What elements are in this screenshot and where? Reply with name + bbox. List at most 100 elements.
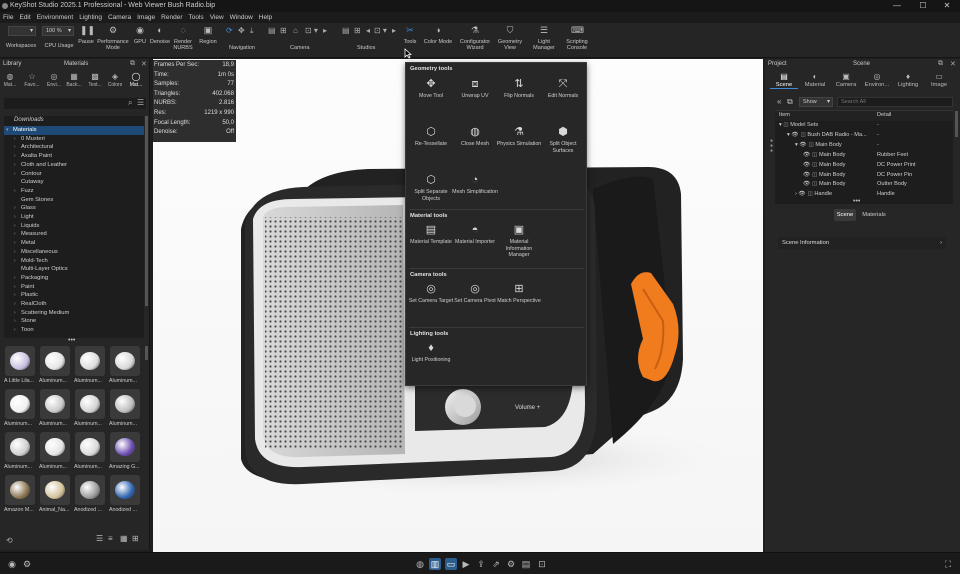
close-panel-icon[interactable]: ✕ [141, 60, 147, 68]
tree-scrollbar[interactable] [145, 116, 148, 306]
tab-scene[interactable]: ▤ Scene [770, 72, 798, 89]
tree-item[interactable]: › Plastic [4, 291, 144, 300]
tree-item[interactable]: › Measured [4, 230, 144, 239]
downloads-label[interactable]: Downloads [14, 117, 44, 123]
camera-lock-icon[interactable]: ⌂ [293, 26, 298, 35]
gear-icon[interactable]: ⚙ [21, 558, 33, 570]
cpu-usage-button[interactable]: CPU Usage [42, 43, 76, 49]
split-separate-objects-tool[interactable]: ⬡ Split Separate Objects [408, 171, 454, 202]
material-importer-tool[interactable]: ◓ Material Importer [452, 221, 498, 246]
menu-lighting[interactable]: Lighting [76, 12, 105, 23]
single-view-icon[interactable]: ▭ [445, 558, 457, 570]
refresh-icon[interactable]: ⟲ [6, 536, 13, 545]
studio-next-icon[interactable]: ▸ [392, 26, 396, 35]
library-toggle-icon[interactable]: ◍ [414, 558, 426, 570]
studio-select-icon[interactable]: ⊡ ▾ [374, 26, 387, 35]
tree-item[interactable]: › Mold-Tech [4, 257, 144, 266]
close-button[interactable]: ✕ [934, 0, 960, 12]
edit-normals-tool[interactable]: ⤧ Edit Normals [540, 75, 586, 100]
tab-backplates[interactable]: ▦ Back... [66, 72, 82, 88]
scene-scrollbar[interactable] [955, 111, 958, 137]
menu-environment[interactable]: Environment [34, 12, 77, 23]
scene-row[interactable]: 👁 ◫ Main Body Outter Body [775, 180, 953, 190]
menu-edit[interactable]: Edit [16, 12, 33, 23]
scripting-console-button[interactable]: ⌨ Scripting Console [561, 25, 593, 51]
grid-view-icon[interactable]: ▦ [120, 534, 128, 543]
zoom-select[interactable]: 100 % [42, 26, 74, 36]
tree-item[interactable]: Multi-Layer Optics [4, 265, 144, 274]
close-mesh-tool[interactable]: ◍ Close Mesh [452, 123, 498, 148]
tree-item[interactable]: › Cloth and Leather [4, 161, 144, 170]
performance-mode-button[interactable]: ⚙ Performance Mode [96, 25, 130, 51]
splitter-handle-icon[interactable]: ••• [68, 337, 75, 344]
render-icon[interactable]: ▤ [520, 558, 532, 570]
tab-favorites[interactable]: ☆ Favo... [24, 72, 40, 88]
material-thumbnail[interactable]: Aluminum... [74, 389, 107, 427]
tab-colors[interactable]: ◈ Colors [107, 72, 123, 88]
menu-camera[interactable]: Camera [105, 12, 134, 23]
material-thumbnail[interactable]: Aluminum... [39, 346, 72, 384]
scene-information-header[interactable]: Scene Information › [778, 237, 946, 249]
camera-view-icon[interactable]: ▤ [268, 26, 276, 35]
camera-capture-icon[interactable]: ◉ [6, 558, 18, 570]
scene-row[interactable]: ▾ 👁 ◫ Bush DAB Radio - Ma... - [775, 131, 953, 141]
material-thumbnail[interactable]: Aluminum... [74, 432, 107, 470]
camera-select-icon[interactable]: ⊡ ▾ [305, 26, 318, 35]
physics-simulation-tool[interactable]: ⚗ Physics Simulation [496, 123, 542, 148]
drag-handle-icon[interactable]: ● ● ● [770, 139, 773, 154]
tab-material[interactable]: ◐ Material [801, 72, 829, 88]
configurator-wizard-button[interactable]: ⚗ Configurator Wizard [456, 25, 494, 51]
move-tool-tool[interactable]: ✥ Move Tool [408, 75, 454, 100]
set-camera-pivot-tool[interactable]: ◎ Set Camera Pivot [452, 280, 498, 305]
tree-item[interactable]: › Liquids [4, 222, 144, 231]
tree-item[interactable]: › Paint [4, 283, 144, 292]
tree-item[interactable]: › Glass [4, 204, 144, 213]
menu-image[interactable]: Image [134, 12, 158, 23]
menu-help[interactable]: Help [256, 12, 275, 23]
animation-icon[interactable]: ▶ [460, 558, 472, 570]
scene-row[interactable]: ▾ ◫ Model Sets - [775, 121, 953, 131]
expand-icon[interactable]: ⧉ [787, 97, 793, 107]
thumbs-scrollbar[interactable] [145, 346, 148, 360]
maximize-button[interactable]: ☐ [910, 0, 936, 12]
material-information-manager-tool[interactable]: ▣ Material Information Manager [496, 221, 542, 259]
float-icon[interactable]: ⧉ [130, 60, 135, 68]
tree-item[interactable]: Cutaway [4, 178, 144, 187]
split-view-icon[interactable]: ▥ [429, 558, 441, 570]
close-panel-icon[interactable]: ✕ [950, 60, 956, 68]
material-thumbnail[interactable]: Aluminum... [109, 346, 142, 384]
tree-item[interactable]: › 0 Musteri [4, 135, 144, 144]
screenshot-icon[interactable]: ⊡ [536, 558, 548, 570]
eye-icon[interactable]: 👁 [803, 152, 810, 158]
move-icon[interactable]: ✥ [238, 26, 245, 35]
unwrap-uv-tool[interactable]: ⧈ Unwrap UV [452, 75, 498, 100]
gpu-button[interactable]: ◉ GPU [133, 25, 147, 45]
export-icon[interactable]: ⇪ [475, 558, 487, 570]
large-grid-icon[interactable]: ⊞ [132, 534, 139, 543]
tab-camera[interactable]: ▣ Camera [832, 72, 860, 88]
material-thumbnail[interactable]: Amazing G... [109, 432, 142, 470]
material-template-tool[interactable]: ▤ Material Template [408, 221, 454, 246]
tree-item[interactable]: › Light [4, 213, 144, 222]
tree-item[interactable]: › Contour [4, 170, 144, 179]
scene-row[interactable]: 👁 ◫ Main Body Rubber Feet [775, 151, 953, 161]
collapse-all-icon[interactable]: « [777, 97, 781, 106]
material-thumbnail[interactable]: Animal_Na... [39, 475, 72, 513]
show-select[interactable]: Show [799, 97, 833, 107]
pause-button[interactable]: ❚❚ Pause [78, 25, 95, 45]
menu-file[interactable]: File [0, 12, 16, 23]
share-icon[interactable]: ⇗ [490, 558, 502, 570]
material-thumbnail[interactable]: A Little Lila... [4, 346, 37, 384]
menu-tools[interactable]: Tools [186, 12, 207, 23]
material-thumbnail[interactable]: Aluminum... [109, 389, 142, 427]
material-thumbnail[interactable]: Amazon M... [4, 475, 37, 513]
tree-item[interactable]: › Architectural [4, 143, 144, 152]
detail-view-icon[interactable]: ≡ [108, 534, 113, 543]
subtab-scene[interactable]: Scene [834, 209, 856, 221]
menu-window[interactable]: Window [227, 12, 256, 23]
eye-icon[interactable]: 👁 [803, 172, 810, 178]
menu-render[interactable]: Render [158, 12, 185, 23]
eye-icon[interactable]: 👁 [799, 142, 806, 148]
material-thumbnail[interactable]: Anodized ... [109, 475, 142, 513]
col-detail[interactable]: Detail [877, 111, 891, 121]
